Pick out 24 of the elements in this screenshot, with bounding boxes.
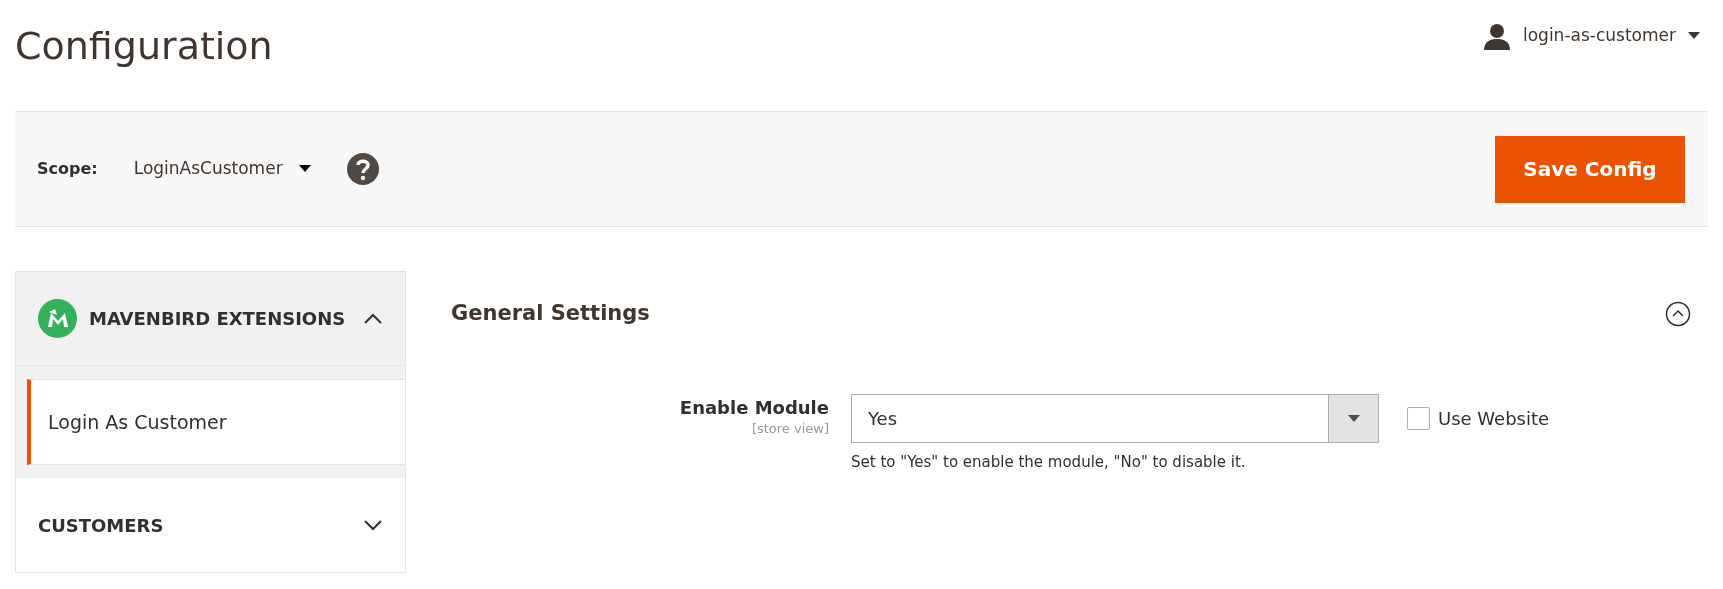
user-icon xyxy=(1483,22,1511,50)
chevron-up-icon xyxy=(363,312,383,325)
logo-icon xyxy=(38,299,77,338)
field-label: Enable Module xyxy=(679,396,829,420)
caret-icon xyxy=(298,165,311,173)
scope-dropdown[interactable]: LoginAsCustomer xyxy=(133,156,311,182)
save-config-button[interactable]: Save Config xyxy=(1495,135,1685,203)
scope-label: Scope: xyxy=(37,158,98,180)
caret-icon xyxy=(1688,32,1700,40)
checkbox-label: Use Website xyxy=(1438,407,1550,431)
collapse-icon[interactable] xyxy=(1665,300,1691,327)
sidebar-item[interactable]: Login As Customer xyxy=(27,379,405,465)
scope-hint: [store view] xyxy=(751,420,829,438)
select-field[interactable]: Yes xyxy=(851,394,1379,443)
chevron-down-icon xyxy=(363,519,383,531)
section-title: General Settings xyxy=(451,299,650,327)
page-title: Configuration xyxy=(15,23,273,70)
help-icon[interactable] xyxy=(346,153,379,185)
caret-icon xyxy=(1347,414,1360,423)
sidebar-group-header[interactable]: MAVENBIRD EXTENSIONS xyxy=(15,271,406,366)
user-menu[interactable]: login-as-customer xyxy=(1483,22,1700,50)
field-note: Set to "Yes" to enable the module, "No" to disable it. xyxy=(851,452,1247,473)
checkbox[interactable] xyxy=(1407,407,1430,430)
sidebar-group-header[interactable]: CUSTOMERS xyxy=(15,478,406,573)
